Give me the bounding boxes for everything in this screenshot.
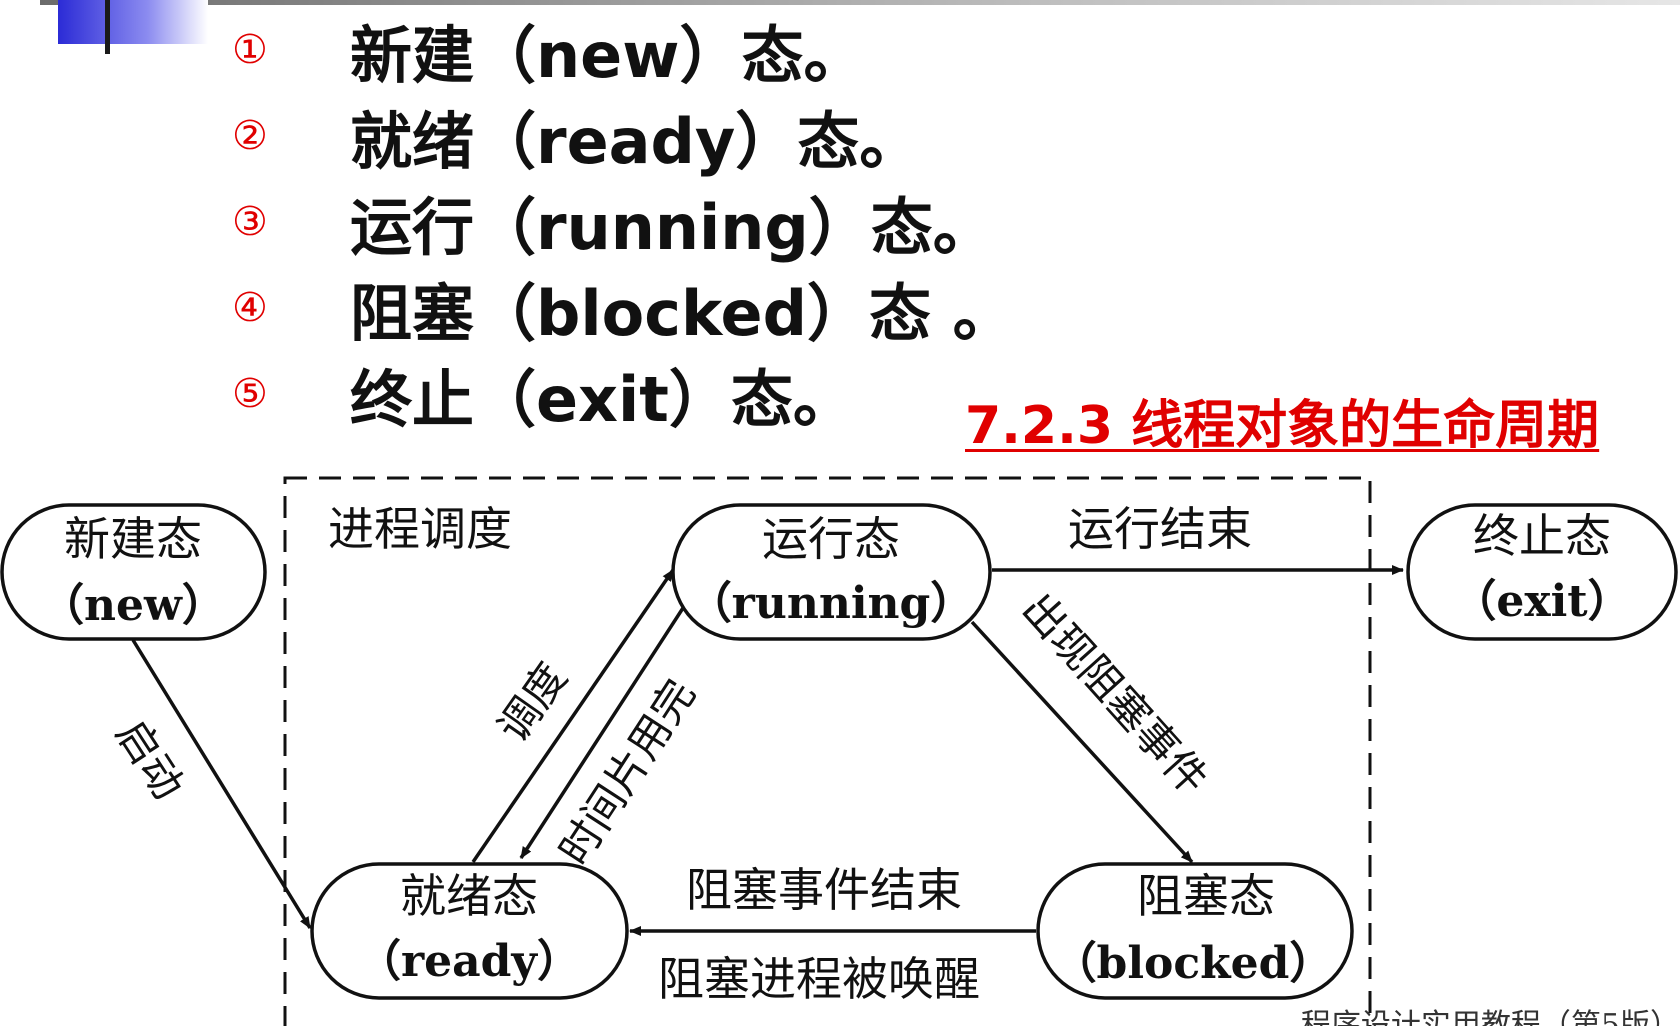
node-ready-name: 就绪态 (400, 869, 538, 923)
edge-label-run-end: 运行结束 (1068, 502, 1252, 556)
edge-label-block-event: 出现阻塞事件 (1013, 584, 1218, 804)
edge-label-start: 启动 (107, 711, 194, 808)
node-running-sub: （running） (688, 578, 975, 629)
edge-label-block-event-end: 阻塞事件结束 (686, 863, 962, 917)
node-ready: 就绪态 （ready） (310, 862, 629, 1000)
thread-lifecycle-diagram: 进程调度 启动 调度 时间片用完 运行结束 出现阻塞事件 阻塞事件结束 阻塞进程… (0, 476, 1678, 1026)
node-new: 新建态 （new） (0, 503, 267, 641)
node-running-name: 运行态 (762, 512, 900, 566)
node-exit: 终止态 （exit） (1406, 503, 1678, 641)
node-running: 运行态 （running） (671, 503, 992, 641)
edge-label-dispatch: 调度 (488, 654, 576, 751)
node-new-name: 新建态 (64, 512, 202, 566)
scheduling-region-label: 进程调度 (328, 502, 512, 556)
node-blocked-sub: （blocked） (1053, 938, 1334, 989)
node-exit-sub: （exit） (1452, 576, 1631, 627)
node-blocked: 阻塞态 （blocked） (1036, 862, 1354, 1000)
footer-caption: 程序设计实用教程（第5版） (1300, 1008, 1680, 1026)
node-new-sub: （new） (40, 580, 226, 631)
node-ready-sub: （ready） (357, 936, 581, 987)
node-exit-name: 终止态 (1473, 509, 1611, 563)
edge-label-wakeup: 阻塞进程被唤醒 (658, 952, 980, 1006)
edge-label-timeslice: 时间片用完 (549, 671, 704, 874)
node-blocked-name: 阻塞态 (1137, 869, 1275, 923)
